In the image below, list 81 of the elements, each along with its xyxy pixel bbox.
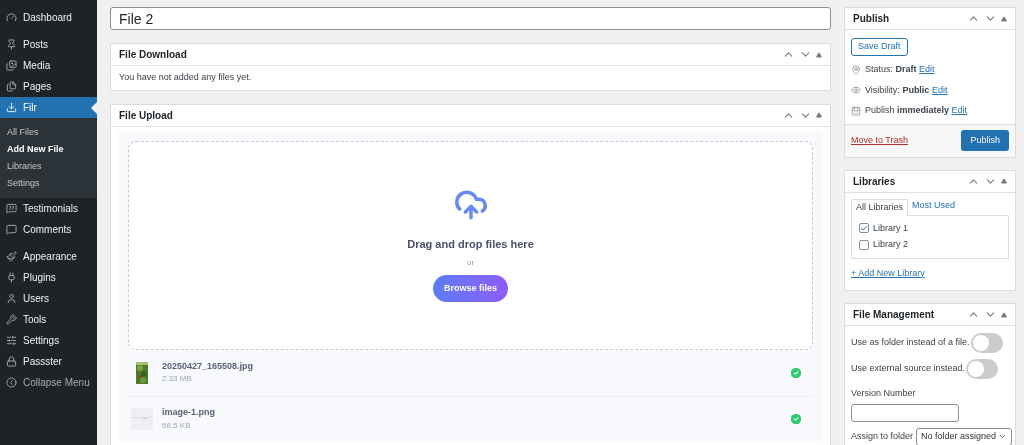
- checkbox[interactable]: [859, 239, 869, 250]
- or-separator: or: [466, 257, 475, 270]
- download-icon: [6, 102, 17, 113]
- library-tab[interactable]: Most Used: [908, 197, 960, 215]
- file-size: 58.5 KB: [162, 419, 192, 432]
- quote-icon: [6, 203, 17, 214]
- calendar-icon: [851, 105, 861, 116]
- menu-item[interactable]: Settings: [0, 330, 97, 351]
- eye-icon: [851, 85, 861, 96]
- file-name: image-1.png: [162, 406, 216, 420]
- drop-heading: Drag and drop files here: [407, 236, 534, 252]
- box-title: Libraries: [853, 174, 896, 189]
- toggle-switch[interactable]: [966, 359, 999, 379]
- pin-icon: [6, 39, 17, 50]
- menu-item[interactable]: Posts: [0, 34, 97, 55]
- plug-icon: [6, 272, 17, 283]
- toggle-label: Use as folder instead of a file.: [851, 336, 970, 350]
- collapse-icon[interactable]: [1001, 178, 1007, 184]
- toggle-switch[interactable]: [970, 333, 1003, 353]
- submenu-item[interactable]: Libraries: [0, 158, 97, 175]
- publish-button[interactable]: Publish: [961, 130, 1009, 151]
- version-field[interactable]: [851, 403, 959, 422]
- box-title: File Download: [119, 48, 187, 62]
- box-title: File Management: [853, 308, 935, 322]
- publish-setting: Visibility: Public Edit: [865, 83, 948, 97]
- add-library-link[interactable]: + Add New Library: [851, 266, 1009, 280]
- edit-link[interactable]: Edit: [919, 64, 935, 74]
- folder-label: Assign to folder: [851, 429, 914, 443]
- submenu-item[interactable]: Add New File: [0, 141, 97, 158]
- file-name: 20250427_165508.jpg: [162, 359, 255, 373]
- pin-icon: [851, 64, 861, 75]
- collapse-icon[interactable]: [816, 112, 822, 118]
- menu-item[interactable]: Dashboard: [0, 7, 97, 28]
- menu-item[interactable]: Plugins: [0, 267, 97, 288]
- drop-zone[interactable]: Drag and drop files here or Browse files: [128, 140, 813, 350]
- submenu-item[interactable]: All Files: [0, 124, 97, 141]
- collapse-icon[interactable]: [1001, 15, 1007, 22]
- edit-link[interactable]: Edit: [931, 84, 948, 95]
- folder-select[interactable]: No folder assigned: [916, 427, 1013, 445]
- caret-icon: [998, 432, 1008, 441]
- wrench-icon: [6, 314, 17, 325]
- library-label: Library 2: [873, 238, 908, 251]
- library-tab[interactable]: All Libraries: [851, 198, 909, 216]
- version-label: Version Number: [851, 387, 917, 400]
- sliders-icon: [6, 335, 17, 346]
- images-icon: [6, 60, 17, 71]
- menu-item[interactable]: Users: [0, 288, 97, 309]
- collapse-icon: [6, 377, 17, 388]
- menu-item[interactable]: Media: [0, 55, 97, 76]
- box-title: File Upload: [119, 108, 173, 123]
- lock-icon: [6, 356, 17, 367]
- cloud-upload-icon: [453, 187, 488, 222]
- menu-item[interactable]: Tools: [0, 309, 97, 330]
- submenu-item[interactable]: Settings: [0, 175, 97, 192]
- menu-item[interactable]: Collapse Menu: [0, 372, 97, 393]
- save-draft-button[interactable]: Save Draft: [851, 38, 908, 56]
- user-icon: [6, 293, 17, 304]
- edit-link[interactable]: Edit: [951, 105, 968, 115]
- pages-icon: [6, 81, 17, 92]
- menu-item[interactable]: Passster: [0, 351, 97, 372]
- comment-icon: [6, 224, 17, 235]
- collapse-icon[interactable]: [1001, 311, 1007, 318]
- gauge-icon: [6, 12, 17, 23]
- move-to-trash-link[interactable]: Move to Trash: [851, 133, 909, 148]
- menu-item[interactable]: Appearance: [0, 246, 97, 267]
- file-size: 2.33 MB: [162, 373, 193, 386]
- library-label: Library 1: [873, 221, 908, 235]
- menu-item[interactable]: Filr: [0, 97, 97, 118]
- publish-setting: Publish immediately Edit: [865, 104, 968, 117]
- menu-item[interactable]: Testimonials: [0, 198, 97, 219]
- brush-icon: [6, 251, 17, 262]
- checkbox[interactable]: [859, 223, 869, 234]
- box-title: Publish: [853, 12, 890, 26]
- browse-files-button[interactable]: Browse files: [433, 275, 508, 303]
- toggle-label: Use external source instead.: [851, 362, 966, 376]
- publish-setting: Status: Draft Edit: [865, 63, 935, 76]
- empty-message: You have not added any files yet.: [118, 71, 253, 84]
- title-field[interactable]: File 2: [110, 7, 831, 30]
- collapse-icon[interactable]: [816, 51, 822, 58]
- menu-item[interactable]: Comments: [0, 219, 97, 240]
- menu-item[interactable]: Pages: [0, 76, 97, 97]
